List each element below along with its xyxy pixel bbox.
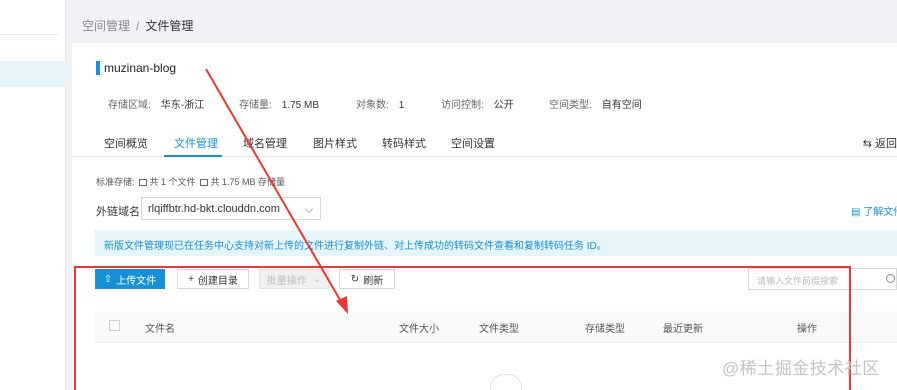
- annotation-arrow-line: [205, 68, 344, 306]
- annotation-arrow: [205, 68, 348, 314]
- watermark: @稀土掘金技术社区: [722, 359, 880, 378]
- annotation-arrow-head: [336, 296, 348, 314]
